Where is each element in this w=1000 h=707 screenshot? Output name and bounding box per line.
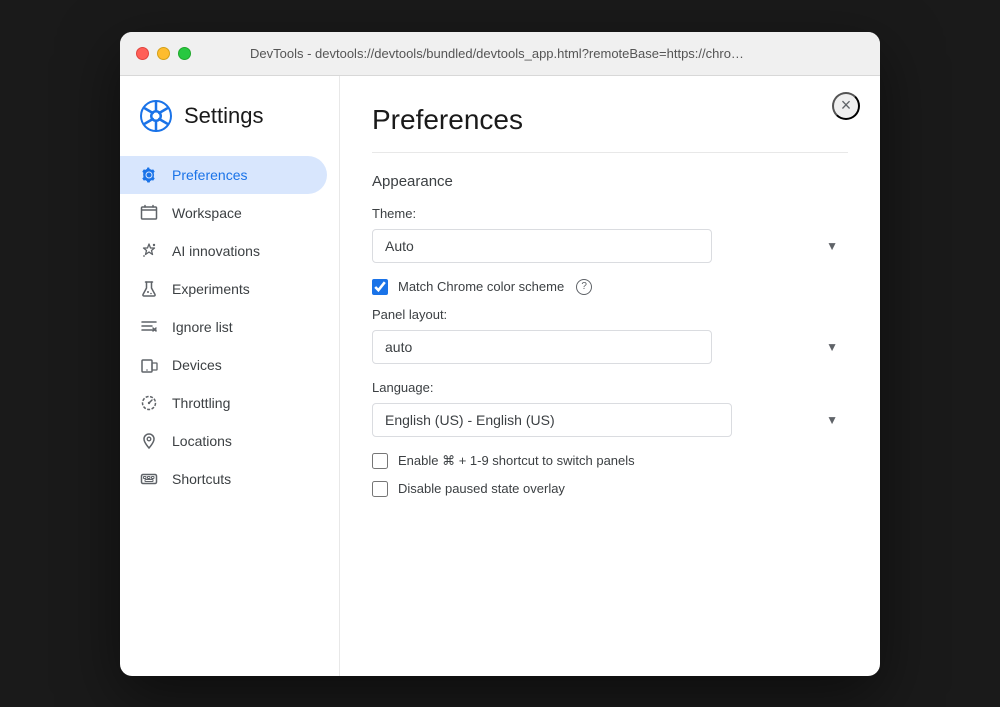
sidebar-item-devices[interactable]: Devices: [120, 346, 327, 384]
sidebar-label-throttling: Throttling: [172, 395, 230, 411]
sidebar-item-ai-innovations[interactable]: AI innovations: [120, 232, 327, 270]
settings-title: Settings: [184, 103, 264, 129]
theme-label: Theme:: [372, 206, 848, 221]
ai-icon: [140, 242, 158, 260]
panel-layout-select-wrapper: auto horizontal vertical ▼: [372, 330, 848, 364]
sidebar: Settings Preferences: [120, 76, 340, 676]
shortcut-switch-checkbox[interactable]: [372, 453, 388, 469]
sidebar-label-experiments: Experiments: [172, 281, 250, 297]
sidebar-label-preferences: Preferences: [172, 167, 247, 183]
sidebar-item-throttling[interactable]: Throttling: [120, 384, 327, 422]
sidebar-item-shortcuts[interactable]: Shortcuts: [120, 460, 327, 498]
section-divider: [372, 152, 848, 153]
titlebar-title: DevTools - devtools://devtools/bundled/d…: [250, 46, 750, 61]
match-chrome-help-icon[interactable]: ?: [576, 279, 592, 295]
ignore-list-icon: [140, 318, 158, 336]
language-select-wrapper: English (US) - English (US) Deutsch - Ge…: [372, 403, 848, 437]
traffic-lights: [136, 47, 191, 60]
appearance-section: Appearance Theme: Auto Light Dark System…: [372, 173, 848, 497]
language-label: Language:: [372, 380, 848, 395]
close-traffic-light[interactable]: [136, 47, 149, 60]
theme-select-arrow: ▼: [826, 239, 838, 253]
main-panel: × Preferences Appearance Theme: Auto Lig…: [340, 76, 880, 676]
devtools-window: DevTools - devtools://devtools/bundled/d…: [120, 32, 880, 676]
sidebar-item-ignore-list[interactable]: Ignore list: [120, 308, 327, 346]
match-chrome-color-row: Match Chrome color scheme ?: [372, 279, 848, 295]
locations-icon: [140, 432, 158, 450]
panel-layout-select[interactable]: auto horizontal vertical: [372, 330, 712, 364]
sidebar-item-workspace[interactable]: Workspace: [120, 194, 327, 232]
content-area: Settings Preferences: [120, 76, 880, 676]
language-select[interactable]: English (US) - English (US) Deutsch - Ge…: [372, 403, 732, 437]
sidebar-item-experiments[interactable]: Experiments: [120, 270, 327, 308]
shortcut-switch-row: Enable ⌘ + 1-9 shortcut to switch panels: [372, 453, 848, 469]
chrome-devtools-icon: [140, 100, 172, 132]
sidebar-label-ai-innovations: AI innovations: [172, 243, 260, 259]
sidebar-nav: Preferences Workspace: [120, 156, 339, 498]
theme-select[interactable]: Auto Light Dark System preference: [372, 229, 712, 263]
sidebar-item-locations[interactable]: Locations: [120, 422, 327, 460]
page-title: Preferences: [372, 104, 848, 136]
match-chrome-color-checkbox[interactable]: [372, 279, 388, 295]
workspace-icon: [140, 204, 158, 222]
settings-header: Settings: [120, 100, 339, 156]
close-button[interactable]: ×: [832, 92, 860, 120]
panel-layout-label: Panel layout:: [372, 307, 848, 322]
minimize-traffic-light[interactable]: [157, 47, 170, 60]
paused-overlay-label: Disable paused state overlay: [398, 481, 565, 496]
experiments-icon: [140, 280, 158, 298]
match-chrome-color-label: Match Chrome color scheme: [398, 279, 564, 294]
preferences-icon: [140, 166, 158, 184]
titlebar: DevTools - devtools://devtools/bundled/d…: [120, 32, 880, 76]
sidebar-label-ignore-list: Ignore list: [172, 319, 233, 335]
sidebar-label-devices: Devices: [172, 357, 222, 373]
paused-overlay-row: Disable paused state overlay: [372, 481, 848, 497]
sidebar-label-workspace: Workspace: [172, 205, 242, 221]
shortcut-switch-label: Enable ⌘ + 1-9 shortcut to switch panels: [398, 453, 635, 469]
sidebar-label-locations: Locations: [172, 433, 232, 449]
maximize-traffic-light[interactable]: [178, 47, 191, 60]
devices-icon: [140, 356, 158, 374]
throttling-icon: [140, 394, 158, 412]
language-select-arrow: ▼: [826, 413, 838, 427]
panel-layout-select-arrow: ▼: [826, 340, 838, 354]
sidebar-label-shortcuts: Shortcuts: [172, 471, 231, 487]
sidebar-item-preferences[interactable]: Preferences: [120, 156, 327, 194]
appearance-heading: Appearance: [372, 173, 848, 190]
theme-select-wrapper: Auto Light Dark System preference ▼: [372, 229, 848, 263]
paused-overlay-checkbox[interactable]: [372, 481, 388, 497]
shortcuts-icon: [140, 470, 158, 488]
